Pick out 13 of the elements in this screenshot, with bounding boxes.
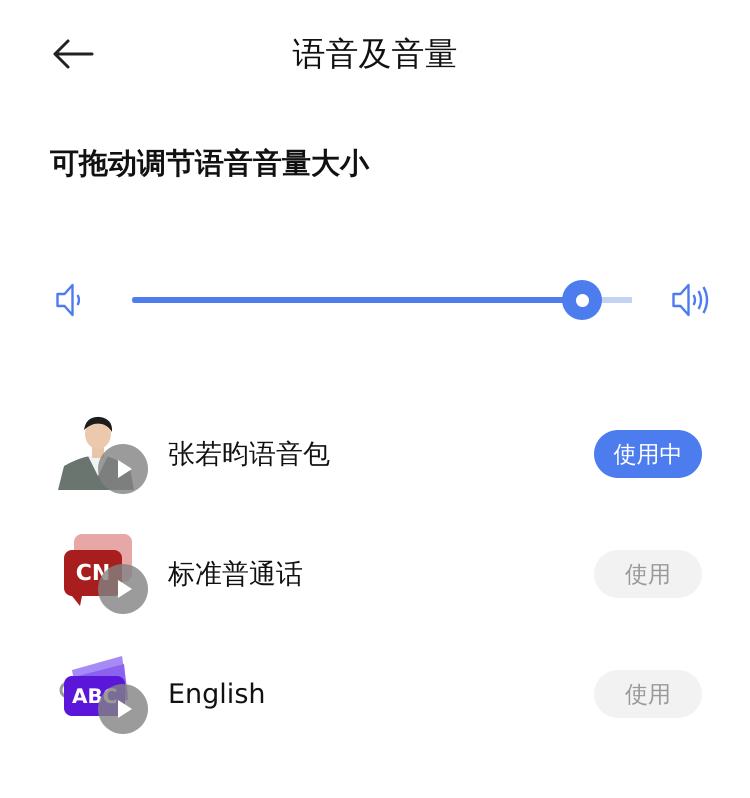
voice-pack-name: English <box>168 678 266 710</box>
volume-high-icon <box>672 283 710 317</box>
volume-low-icon <box>56 283 80 317</box>
slider-thumb[interactable] <box>562 280 602 320</box>
use-button[interactable]: 使用 <box>594 670 702 718</box>
back-icon[interactable] <box>52 38 94 70</box>
use-button[interactable]: 使用 <box>594 550 702 598</box>
volume-label: 可拖动调节语音音量大小 <box>50 146 369 180</box>
voice-pack-name: 张若昀语音包 <box>168 438 331 472</box>
use-button[interactable]: 使用中 <box>594 430 702 478</box>
voice-pack-name: 标准普通话 <box>168 558 304 592</box>
page-title: 语音及音量 <box>292 32 458 74</box>
play-icon[interactable] <box>98 444 148 494</box>
